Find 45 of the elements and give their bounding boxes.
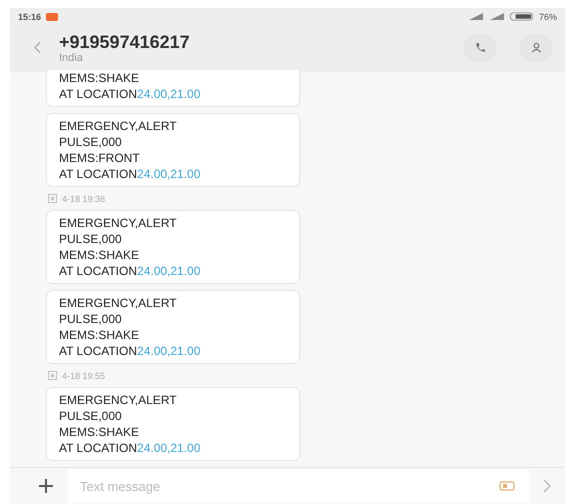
message-line: EMERGENCY,ALERT [59,295,178,311]
location-link[interactable]: 24.00,21.00 [137,87,200,101]
sim-icon [499,481,515,491]
signal-icon [468,13,484,20]
signal-icon [488,13,505,20]
battery-level: 76% [538,12,557,22]
message-line: EMERGENCY,ALERT [59,118,178,134]
call-button[interactable] [463,34,497,62]
message-line: AT LOCATION24.00,21.00 [59,263,202,279]
message-line: AT LOCATION24.00,21.00 [59,440,202,456]
contact-country: India [59,52,84,64]
message-line: MEMS:FRONT [59,150,141,166]
message-line: PULSE,000 [59,134,123,150]
message-line: AT LOCATION24.00,21.00 [59,343,202,359]
battery-icon [510,12,534,21]
location-link[interactable]: 24.00,21.00 [137,344,200,358]
message-time: 4-18 19:36 [62,194,106,204]
message-line: PULSE,000 [59,311,123,327]
sim-icon [48,371,57,380]
message-line: AT LOCATION24.00,21.00 [59,166,202,182]
message-line: AT LOCATION24.00,21.00 [59,86,202,102]
add-icon[interactable] [38,478,54,494]
message-line: MEMS:SHAKE [59,70,140,86]
location-link[interactable]: 24.00,21.00 [137,264,200,278]
message-line: EMERGENCY,ALERT [59,215,178,231]
location-link[interactable]: 24.00,21.00 [137,167,200,181]
message-field[interactable]: Text message [68,469,485,503]
contact-button[interactable] [519,34,553,62]
sim-button[interactable] [485,469,529,503]
message-line: PULSE,000 [59,231,123,247]
sim-icon [48,194,57,203]
message-time: 4-18 19:55 [62,370,106,380]
message-line: PULSE,000 [59,408,123,424]
location-link[interactable]: 24.00,21.00 [137,441,200,455]
clock-time: 15:16 [18,12,42,22]
person-icon [530,41,542,54]
message-line: MEMS:SHAKE [59,247,140,263]
message-line: MEMS:SHAKE [59,424,140,440]
contact-number: +919597416217 [59,32,190,52]
back-icon[interactable] [34,41,41,54]
phone-icon [474,41,486,54]
notification-icon [46,12,58,20]
send-icon[interactable] [543,479,551,493]
message-line: MEMS:SHAKE [59,327,140,343]
message-line: EMERGENCY,ALERT [59,392,178,408]
